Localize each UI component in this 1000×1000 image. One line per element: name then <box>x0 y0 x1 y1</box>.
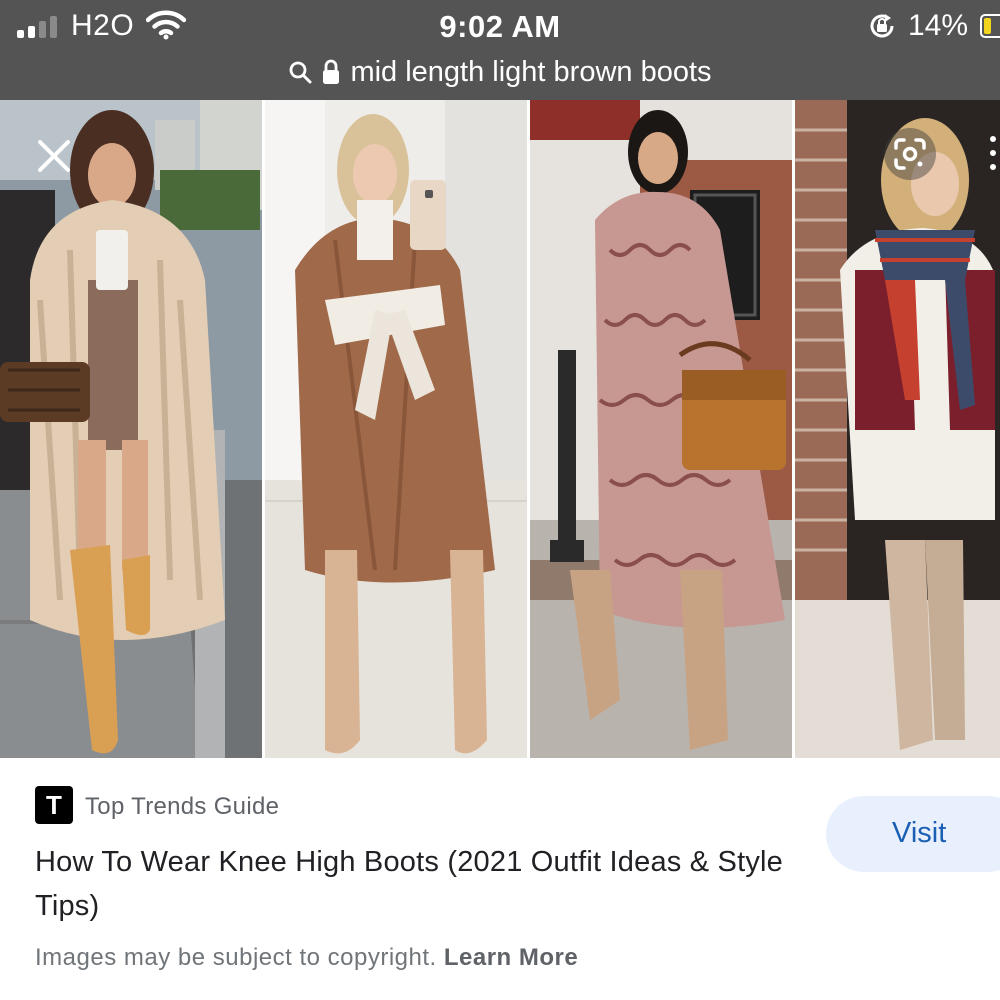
preview-image-3[interactable] <box>530 100 792 758</box>
learn-more-link[interactable]: Learn More <box>444 944 578 971</box>
battery-percentage: 14% <box>908 9 969 42</box>
more-vertical-icon[interactable] <box>990 132 1000 176</box>
search-icon <box>290 61 312 84</box>
site-favicon: T <box>35 786 73 824</box>
preview-image-2[interactable] <box>265 100 527 758</box>
copyright-text: Images may be subject to copyright. <box>35 944 437 971</box>
rotation-lock-icon <box>870 14 894 38</box>
battery-icon <box>980 14 1000 38</box>
browser-top-bar: H2O 9:02 AM 14% mid length light brown b… <box>0 0 1000 100</box>
preview-image-1[interactable] <box>0 100 262 758</box>
address-bar[interactable]: mid length light brown boots <box>0 52 1000 92</box>
status-time: 9:02 AM <box>439 9 561 44</box>
image-preview[interactable] <box>0 100 1000 758</box>
search-query-text: mid length light brown boots <box>350 55 712 88</box>
copyright-notice: Images may be subject to copyright. Lear… <box>35 944 578 972</box>
preview-image-4[interactable] <box>795 100 1000 758</box>
visit-button[interactable]: Visit <box>826 796 1000 872</box>
close-icon[interactable] <box>34 136 74 176</box>
result-title[interactable]: How To Wear Knee High Boots (2021 Outfit… <box>35 840 795 928</box>
google-lens-icon <box>894 138 926 170</box>
google-lens-button[interactable] <box>884 128 936 180</box>
source-site-name[interactable]: Top Trends Guide <box>85 793 279 821</box>
lock-icon <box>323 59 340 84</box>
